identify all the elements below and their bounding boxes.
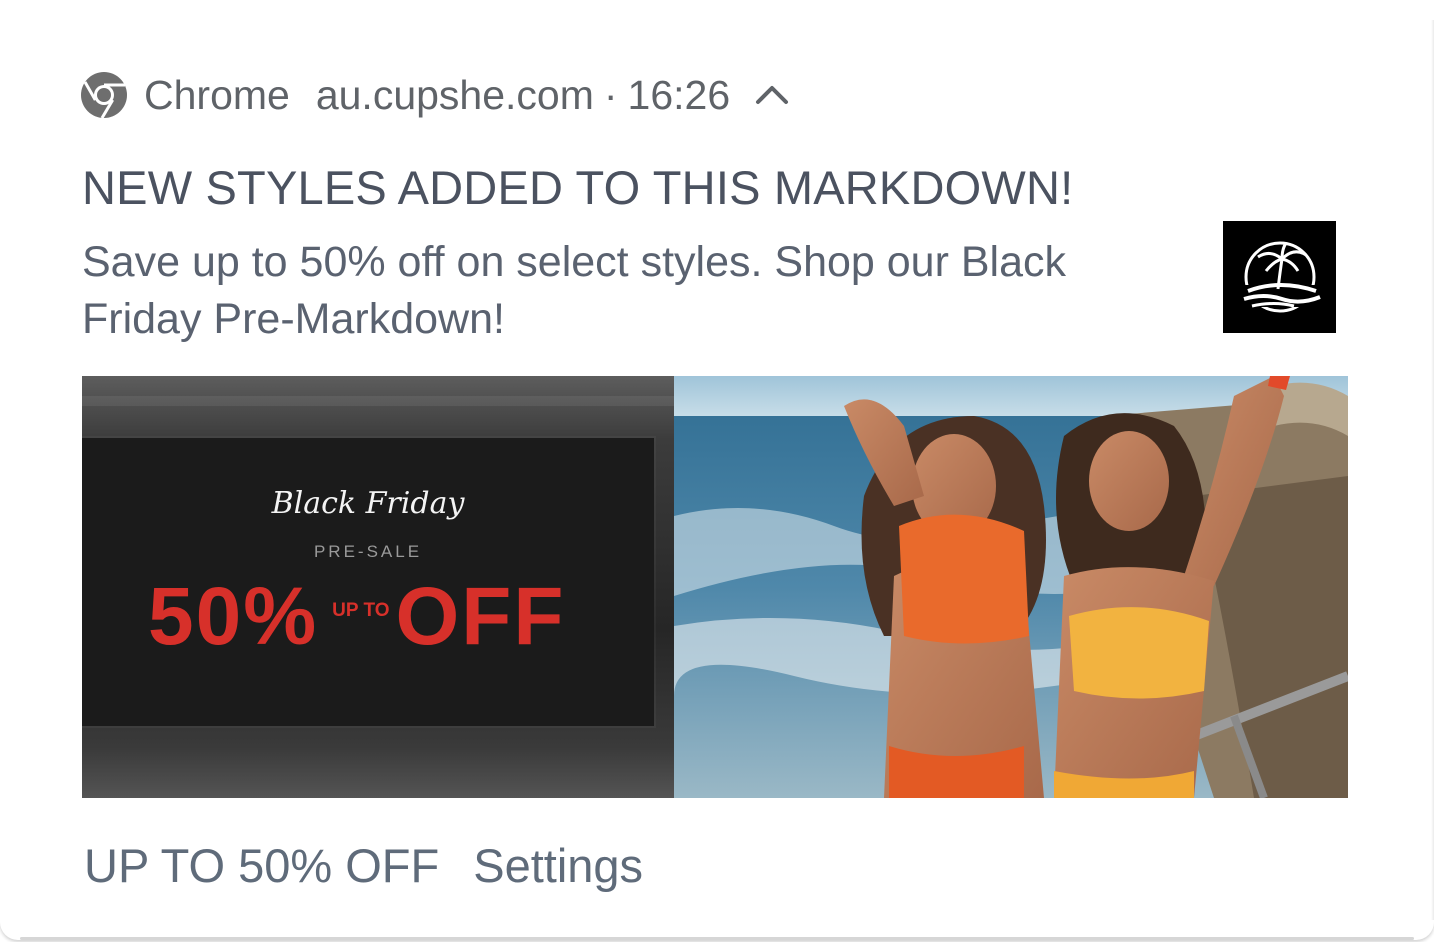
settings-button[interactable]: Settings [473,838,643,893]
promo-panel: Black Friday PRE-SALE 50% UP TO OFF [82,376,674,798]
notification-header: Chrome au.cupshe.com · 16:26 [80,66,792,124]
promo-title: Black Friday [271,486,465,521]
notification-thumbnail [1223,221,1336,333]
timestamp: 16:26 [627,71,731,118]
app-name: Chrome [144,71,290,118]
card-bottom-divider [20,937,1414,940]
chevron-up-icon[interactable] [752,75,792,115]
notification-card[interactable]: Chrome au.cupshe.com · 16:26 NEW STYLES … [0,0,1434,940]
promo-action-button[interactable]: UP TO 50% OFF [84,838,439,893]
promo-off: OFF [395,571,566,662]
promo-upto: UP TO [332,600,390,621]
notification-title: NEW STYLES ADDED TO THIS MARKDOWN! [82,161,1074,214]
notification-body: Save up to 50% off on select styles. Sho… [82,238,1067,343]
site-name: au.cupshe.com [315,71,594,118]
promo-discount-value: 50% [148,571,319,662]
chrome-icon [81,72,127,119]
separator: · [603,71,618,118]
promo-banner-image[interactable]: Black Friday PRE-SALE 50% UP TO OFF [82,376,1348,798]
promo-presale: PRE-SALE [313,542,423,561]
notification-actions: UP TO 50% OFF Settings [84,838,643,893]
beach-photo [674,376,1348,798]
palm-island-logo-icon [1239,241,1321,313]
promo-discount: 50% UP TO OFF [148,571,566,662]
